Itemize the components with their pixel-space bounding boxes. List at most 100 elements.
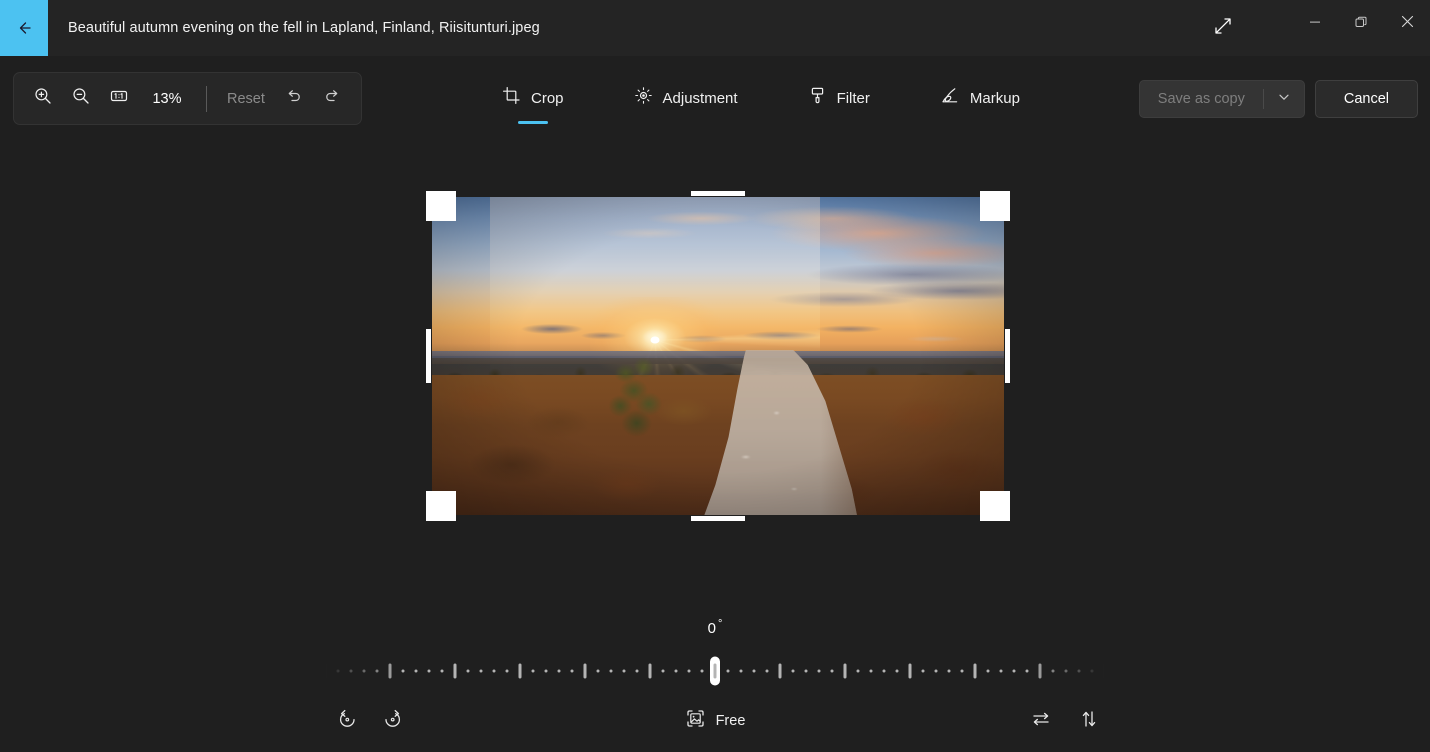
cancel-button[interactable]: Cancel [1315,80,1418,118]
redo-button[interactable] [313,80,351,118]
one-to-one-icon [109,86,129,111]
flip-vertical-icon [1078,708,1100,735]
toolbar-separator [206,86,207,112]
minimize-button[interactable] [1292,0,1338,48]
crop-handle-bottom[interactable] [691,516,745,521]
actual-size-button[interactable] [100,80,138,118]
rotation-angle-value: 0 [708,620,716,637]
minimize-icon [1309,15,1321,33]
ruler-minor-tick [766,670,769,673]
crop-frame[interactable] [432,197,1004,515]
ruler-minor-tick [493,670,496,673]
aspect-ratio-icon [685,708,706,734]
zoom-in-button[interactable] [24,80,62,118]
save-as-copy-button[interactable]: Save as copy [1140,81,1263,117]
ruler-minor-tick [922,670,925,673]
ruler-minor-tick [1091,670,1094,673]
reset-button[interactable]: Reset [217,84,275,114]
ruler-minor-tick [987,670,990,673]
tool-tabs: Crop Adjustment [495,70,1027,128]
ruler-major-tick [1039,664,1042,679]
chevron-down-icon [1277,90,1291,109]
ruler-major-tick [584,664,587,679]
crop-handle-left[interactable] [426,329,431,383]
tab-adjustment[interactable]: Adjustment [627,77,745,119]
ruler-minor-tick [961,670,964,673]
tab-active-indicator [518,121,548,124]
ruler-minor-tick [1026,670,1029,673]
ruler-minor-tick [415,670,418,673]
ruler-minor-tick [480,670,483,673]
image-canvas-area[interactable] [0,140,1430,600]
degree-symbol: ° [718,618,722,630]
maximize-button[interactable] [1338,0,1384,48]
close-button[interactable] [1384,0,1430,48]
rotation-ruler-slider[interactable] [325,654,1105,688]
ruler-minor-tick [675,670,678,673]
ruler-minor-tick [467,670,470,673]
aspect-ratio-button[interactable]: Free [673,702,758,740]
crop-handle-top-right[interactable] [980,191,1010,221]
tab-markup-label: Markup [970,90,1020,107]
ruler-major-tick [1104,664,1107,679]
ruler-minor-tick [662,670,665,673]
undo-button[interactable] [275,80,313,118]
ruler-minor-tick [506,670,509,673]
ruler-minor-tick [857,670,860,673]
ruler-minor-tick [597,670,600,673]
crop-handle-top-left[interactable] [426,191,456,221]
zoom-out-button[interactable] [62,80,100,118]
filter-icon [808,86,827,110]
flip-vertical-button[interactable] [1070,702,1108,740]
ruler-minor-tick [558,670,561,673]
tab-crop[interactable]: Crop [495,77,571,119]
ruler-minor-tick [610,670,613,673]
expand-button[interactable] [1200,5,1246,51]
photo-sun-core [651,337,660,344]
photo-editor-window: Beautiful autumn evening on the fell in … [0,0,1430,752]
crop-handle-right[interactable] [1005,329,1010,383]
flip-buttons-group [1022,702,1108,740]
ruler-minor-tick [701,670,704,673]
photo-trail-edge [649,350,869,515]
save-as-copy-split-button: Save as copy [1139,80,1305,118]
zoom-level-value: 13% [144,91,190,107]
ruler-major-tick [324,664,327,679]
ruler-minor-tick [818,670,821,673]
expand-diagonal-icon [1212,15,1234,42]
editor-actions: Save as copy Cancel [1139,80,1418,118]
window-title: Beautiful autumn evening on the fell in … [68,20,540,36]
ruler-minor-tick [532,670,535,673]
ruler-minor-tick [935,670,938,673]
ruler-minor-tick [1000,670,1003,673]
ruler-minor-tick [727,670,730,673]
ruler-minor-tick [753,670,756,673]
tab-filter[interactable]: Filter [801,77,877,119]
ruler-minor-tick [896,670,899,673]
ruler-major-tick [909,664,912,679]
maximize-restore-icon [1355,15,1367,33]
crop-handle-bottom-right[interactable] [980,491,1010,521]
crop-handle-top[interactable] [691,191,745,196]
crop-handle-bottom-left[interactable] [426,491,456,521]
ruler-minor-tick [571,670,574,673]
back-button[interactable] [0,0,48,56]
ruler-major-tick [519,664,522,679]
ruler-minor-tick [948,670,951,673]
crop-icon [502,86,521,110]
ruler-minor-tick [831,670,834,673]
tab-markup[interactable]: Markup [933,77,1027,119]
editor-toolbar: 13% Reset [0,70,1430,128]
ruler-minor-tick [688,670,691,673]
ruler-minor-tick [337,670,340,673]
crop-bottom-bar: Free [0,690,1430,752]
flip-horizontal-button[interactable] [1022,702,1060,740]
ruler-minor-tick [792,670,795,673]
redo-icon [322,86,342,111]
ruler-minor-tick [428,670,431,673]
ruler-minor-tick [1078,670,1081,673]
save-options-dropdown-button[interactable] [1264,81,1304,117]
undo-icon [284,86,304,111]
rotation-section: 0° [0,608,1430,690]
photo-image [432,197,1004,515]
